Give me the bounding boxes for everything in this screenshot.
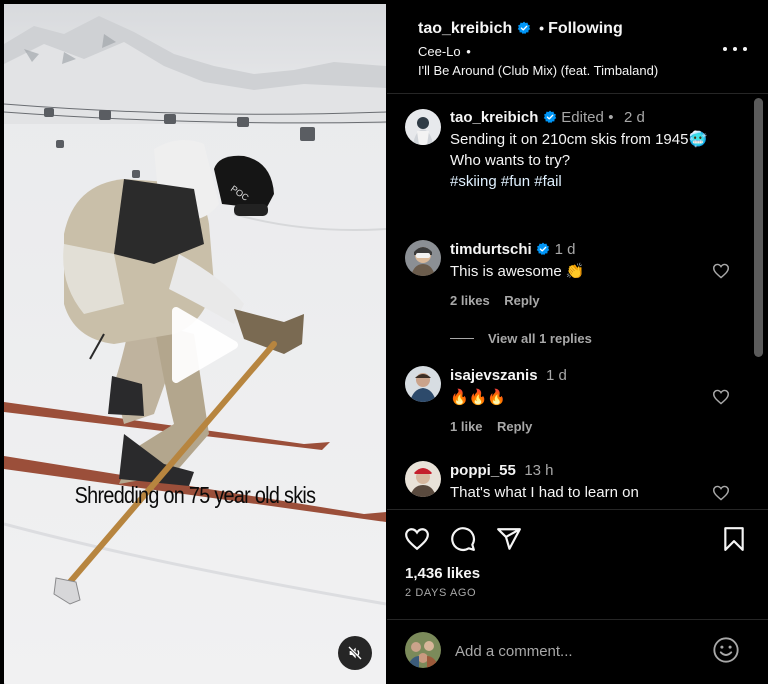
mute-toggle-button[interactable] <box>338 636 372 670</box>
like-comment-heart-icon[interactable] <box>712 389 730 405</box>
commenter-avatar[interactable] <box>405 366 441 402</box>
comment-footer: 2 likes Reply <box>450 292 540 310</box>
commenter-avatar-image <box>405 240 441 276</box>
commenter-avatar[interactable] <box>405 240 441 276</box>
emoji-icon[interactable] <box>712 636 740 664</box>
caption-line-1: Sending it on 210cm skis from 1945🥶 <box>450 131 708 148</box>
post-age: 2 d <box>624 109 645 126</box>
hashtag-link[interactable]: #fail <box>534 173 562 190</box>
heart-icon[interactable] <box>404 527 430 551</box>
comment-likes[interactable]: 1 like <box>450 419 483 434</box>
post-caption: Sending it on 210cm skis from 1945🥶 Who … <box>450 129 745 192</box>
post-modal: POC Shredding on 75 year old skis tao_kr… <box>0 0 768 684</box>
post-details-panel: tao_kreibich • Following Cee-Lo • I'll Be… <box>387 0 768 684</box>
verified-badge-icon <box>536 242 550 256</box>
verified-badge-icon <box>543 110 557 124</box>
artist-name: Cee-Lo <box>418 44 461 59</box>
comment-username[interactable]: isajevszanis <box>450 367 538 384</box>
video-caption: Shredding on 75 year old skis <box>74 482 316 508</box>
video-player[interactable]: POC Shredding on 75 year old skis <box>4 4 386 684</box>
comment-meta: poppi_55 13 h <box>450 462 554 480</box>
comment-likes[interactable]: 2 likes <box>450 293 490 308</box>
reply-button[interactable]: Reply <box>504 293 539 308</box>
hashtag-link[interactable]: #skiing <box>450 173 497 190</box>
comments-list: tao_kreibich Edited • 2 d Sending it on … <box>387 95 768 509</box>
add-comment-input[interactable] <box>455 640 705 662</box>
replies-line <box>450 338 474 339</box>
comment-meta: timdurtschi 1 d <box>450 241 575 259</box>
caption-meta: tao_kreibich Edited • 2 d <box>450 109 645 127</box>
add-comment-bar <box>387 619 768 684</box>
comment-meta: isajevszanis 1 d <box>450 367 567 385</box>
author-avatar-image <box>405 109 441 145</box>
bookmark-icon[interactable] <box>723 526 745 552</box>
edited-label: Edited <box>561 109 604 126</box>
post-like-count[interactable]: 1,436 likes <box>405 565 480 582</box>
post-date: 2 DAYS AGO <box>405 587 477 599</box>
current-user-avatar <box>405 632 441 668</box>
more-options-icon <box>723 47 727 51</box>
post-header: tao_kreibich • Following Cee-Lo • I'll Be… <box>387 0 768 94</box>
comment-text: 🔥🔥🔥 <box>450 389 507 406</box>
verified-badge-icon <box>517 21 530 35</box>
meta-separator: • <box>608 109 614 126</box>
more-options-button[interactable] <box>723 40 747 58</box>
like-comment-heart-icon[interactable] <box>712 263 730 279</box>
play-icon <box>172 307 238 383</box>
caption-hashtags: #skiing #fun #fail <box>450 171 745 192</box>
comment-username[interactable]: poppi_55 <box>450 462 516 479</box>
view-replies-button[interactable]: View all 1 replies <box>450 330 592 348</box>
speaker-muted-icon <box>348 646 362 660</box>
audio-artist[interactable]: Cee-Lo • <box>418 44 471 59</box>
caption-username[interactable]: tao_kreibich <box>450 109 538 126</box>
artist-separator: • <box>466 44 471 59</box>
comment-age: 13 h <box>524 462 554 479</box>
commenter-avatar-image <box>405 461 441 497</box>
reply-button[interactable]: Reply <box>497 419 532 434</box>
comment-age: 1 d <box>546 367 567 384</box>
header-separator: • <box>539 20 545 36</box>
commenter-avatar-image <box>405 366 441 402</box>
share-icon[interactable] <box>496 526 522 552</box>
comment-footer: 1 like Reply <box>450 418 532 436</box>
comment-text: That's what I had to learn on <box>450 484 639 501</box>
comment-text: This is awesome 👏 <box>450 263 585 280</box>
current-user-avatar-image <box>405 632 441 668</box>
caption-line-2: Who wants to try? <box>450 152 571 169</box>
comment-username[interactable]: timdurtschi <box>450 241 532 258</box>
like-comment-heart-icon[interactable] <box>712 485 730 501</box>
commenter-avatar[interactable] <box>405 461 441 497</box>
author-avatar[interactable] <box>405 109 441 145</box>
play-button[interactable] <box>164 305 244 385</box>
comment-age: 1 d <box>554 241 576 258</box>
following-button[interactable]: Following <box>548 20 623 37</box>
comment-icon[interactable] <box>450 526 476 552</box>
hashtag-link[interactable]: #fun <box>501 173 530 190</box>
audio-track[interactable]: I'll Be Around (Club Mix) (feat. Timbala… <box>418 63 658 78</box>
author-line: tao_kreibich • Following <box>418 20 623 38</box>
author-username[interactable]: tao_kreibich <box>418 20 512 37</box>
view-replies-label: View all 1 replies <box>488 331 592 346</box>
post-actions: 1,436 likes 2 DAYS AGO <box>387 509 768 619</box>
